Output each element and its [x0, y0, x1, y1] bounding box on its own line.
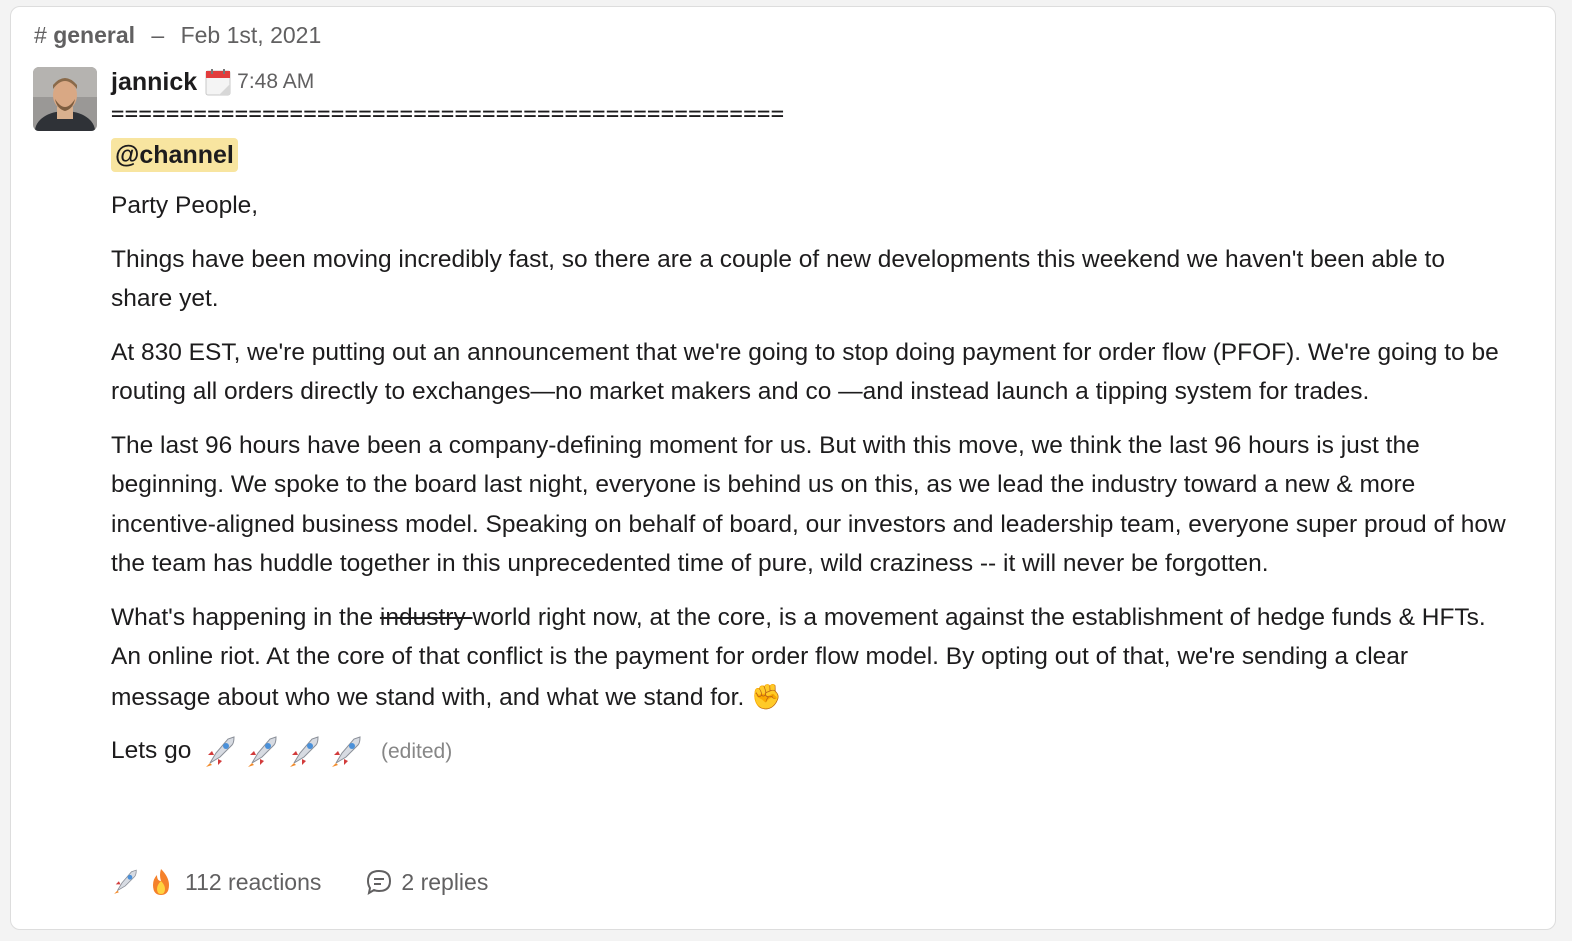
thread-icon — [367, 869, 392, 896]
message-body: ========================================… — [111, 98, 1511, 772]
message-paragraph: What's happening in the industry world r… — [111, 598, 1511, 718]
paragraph-text: What's happening in the — [111, 603, 380, 631]
rocket-icon — [248, 735, 277, 767]
message-footer: 112 reactions 2 replies — [111, 864, 488, 900]
reactions-count[interactable]: 112 reactions — [185, 869, 321, 896]
message-greeting: Party People, — [111, 192, 259, 219]
rocket-icon — [290, 735, 319, 767]
closing-text: Lets go — [111, 737, 192, 764]
message-paragraph: At 830 EST, we're putting out an announc… — [111, 338, 1499, 406]
divider-text: ========================================… — [111, 102, 785, 127]
message-meta: jannick 7:48 AM — [111, 64, 314, 100]
channel-header[interactable]: # general – Feb 1st, 2021 — [34, 22, 321, 49]
message-timestamp[interactable]: 7:48 AM — [237, 70, 314, 94]
replies-link[interactable]: 2 replies — [365, 868, 488, 896]
message-closing: Lets go (edited) — [111, 731, 1511, 772]
message-paragraph: The last 96 hours have been a company-de… — [111, 431, 1506, 578]
fire-reaction-icon — [153, 869, 169, 895]
avatar[interactable] — [33, 67, 97, 131]
replies-count[interactable]: 2 replies — [401, 869, 488, 896]
reactions-summary[interactable]: 112 reactions — [111, 867, 321, 897]
channel-date: Feb 1st, 2021 — [180, 22, 322, 48]
channel-hash-icon: # — [34, 22, 47, 48]
strikethrough-text: industry — [379, 603, 473, 631]
edited-label: (edited) — [381, 740, 453, 763]
raised-fist-emoji: ✊ — [751, 681, 782, 711]
calendar-icon — [205, 68, 231, 96]
channel-separator: – — [151, 22, 165, 48]
channel-name[interactable]: general — [53, 22, 135, 48]
rocket-icon — [206, 735, 235, 767]
author-name[interactable]: jannick — [111, 68, 197, 97]
channel-mention[interactable]: @channel — [111, 138, 238, 172]
rocket-emojis — [202, 733, 370, 771]
rocket-reaction-icon — [114, 869, 137, 894]
rocket-icon — [332, 735, 361, 767]
message-paragraph: Things have been moving incredibly fast,… — [111, 245, 1445, 313]
